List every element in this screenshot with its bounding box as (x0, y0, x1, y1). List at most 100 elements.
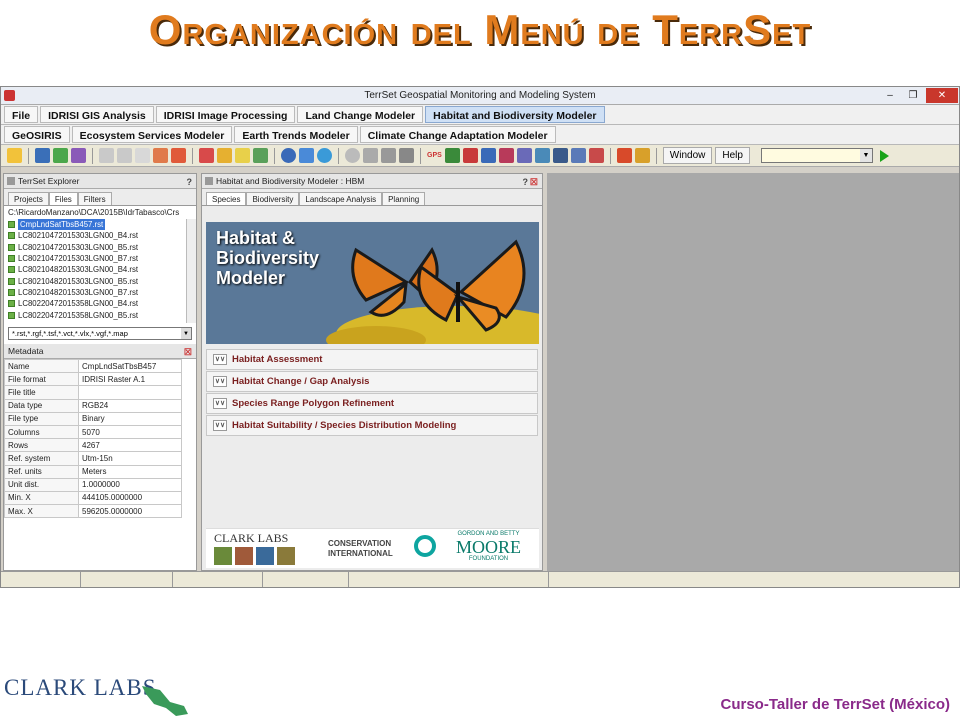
zoom-out-icon[interactable] (117, 148, 132, 163)
list-item[interactable]: CmpLndSatTbsB457.rst (4, 219, 196, 231)
module-search-combo[interactable]: ▼ (760, 148, 873, 163)
macro-icon[interactable] (616, 148, 632, 163)
metadata-value[interactable]: 596205.0000000 (78, 504, 182, 519)
list-item[interactable]: LC80210472015303LGN00_B5.rst (4, 242, 196, 253)
menu-ecosystem-services-modeler[interactable]: Ecosystem Services Modeler (71, 126, 233, 143)
chevron-down-icon[interactable]: ▼ (859, 149, 872, 162)
app-icon (4, 90, 15, 101)
menu-land-change-modeler[interactable]: Land Change Modeler (297, 106, 424, 123)
window-menu-button[interactable]: Window (662, 147, 713, 164)
edit-icon[interactable] (217, 148, 232, 163)
list-item[interactable]: LC80210482015303LGN00_B5.rst (4, 275, 196, 286)
metadata-value[interactable]: 5070 (78, 424, 182, 440)
histogram-icon[interactable] (462, 148, 478, 163)
section-habitat-change-gap[interactable]: ∨∨ Habitat Change / Gap Analysis (206, 371, 538, 392)
open-folder-icon[interactable] (7, 148, 22, 163)
section-habitat-assessment[interactable]: ∨∨ Habitat Assessment (206, 349, 538, 370)
menu-geosiris[interactable]: GeOSIRIS (4, 126, 70, 143)
display-icon[interactable] (35, 148, 50, 163)
help-menu-button[interactable]: Help (715, 147, 750, 164)
expand-icon[interactable]: ∨∨ (213, 376, 227, 387)
hbm-close-icon[interactable]: ☒ (530, 175, 538, 190)
hbm-hero-banner: Habitat & Biodiversity Modeler (206, 222, 539, 344)
section-species-range-refinement[interactable]: ∨∨ Species Range Polygon Refinement (206, 393, 538, 414)
pointer-icon[interactable] (381, 148, 396, 163)
restore-icon[interactable]: ❐ (902, 88, 924, 103)
tab-projects[interactable]: Projects (8, 192, 49, 205)
pan-icon[interactable] (399, 148, 414, 163)
metadata-value[interactable] (78, 385, 182, 400)
zoom-window-icon[interactable] (135, 148, 150, 163)
composer-icon[interactable] (71, 148, 86, 163)
menu-habitat-biodiversity-modeler[interactable]: Habitat and Biodiversity Modeler (425, 106, 605, 123)
explorer-help-icon[interactable]: ? (187, 175, 193, 190)
menu-idrisi-gis-analysis[interactable]: IDRISI GIS Analysis (40, 106, 154, 123)
hbm-help-icon[interactable]: ? (523, 175, 529, 190)
tab-landscape-analysis[interactable]: Landscape Analysis (299, 192, 383, 205)
table-icon[interactable] (516, 148, 532, 163)
tab-files[interactable]: Files (48, 192, 78, 205)
metadata-close-icon[interactable]: ☒ (184, 345, 192, 360)
tab-planning[interactable]: Planning (382, 192, 426, 205)
moore-foundation-logo: GORDON AND BETTY MOORE FOUNDATION (456, 531, 521, 563)
run-icon[interactable] (879, 149, 889, 162)
metadata-value[interactable]: Utm-15n (78, 451, 182, 466)
section-habitat-suitability[interactable]: ∨∨ Habitat Suitability / Species Distribu… (206, 415, 538, 436)
metadata-value[interactable]: Meters (78, 464, 182, 479)
workspace-area[interactable] (547, 173, 959, 571)
legend-icon[interactable] (552, 148, 568, 163)
metadata-value[interactable]: Binary (78, 411, 182, 426)
delete-feature-icon[interactable] (235, 148, 250, 163)
metadata-value[interactable]: 444105.0000000 (78, 490, 182, 506)
file-list-scrollbar[interactable] (186, 219, 196, 323)
chevron-down-icon[interactable]: ▼ (181, 328, 191, 339)
menu-earth-trends-modeler[interactable]: Earth Trends Modeler (234, 126, 358, 143)
metadata-value[interactable]: 4267 (78, 438, 182, 453)
status-bar (1, 571, 959, 587)
logo-text: INTERNATIONAL (328, 549, 393, 558)
list-item[interactable]: LC80220472015358LGN00_B4.rst (4, 298, 196, 309)
info-icon[interactable] (281, 148, 296, 163)
list-item[interactable]: LC80210472015303LGN00_B4.rst (4, 230, 196, 241)
digitize-icon[interactable] (199, 148, 214, 163)
gps-icon[interactable]: GPS (427, 152, 442, 159)
tab-biodiversity[interactable]: Biodiversity (246, 192, 300, 205)
explorer-pin-icon[interactable] (7, 177, 15, 185)
database-icon[interactable] (534, 148, 550, 163)
chart-icon[interactable] (444, 148, 460, 163)
list-item[interactable]: LC80220472015358LGN00_B5.rst (4, 309, 196, 320)
profile-icon[interactable] (480, 148, 496, 163)
expand-icon[interactable]: ∨∨ (213, 398, 227, 409)
add-layer-icon[interactable] (53, 148, 68, 163)
hbm-pin-icon[interactable] (205, 177, 213, 185)
metadata-value[interactable]: 1.0000000 (78, 477, 182, 492)
expand-icon[interactable]: ∨∨ (213, 420, 227, 431)
minimize-icon[interactable]: – (879, 88, 901, 103)
query-icon[interactable] (171, 148, 186, 163)
zoom-in-icon[interactable] (99, 148, 114, 163)
symbol-icon[interactable] (570, 148, 586, 163)
tab-species[interactable]: Species (206, 192, 247, 205)
menu-file[interactable]: File (4, 106, 39, 123)
scale-bar-icon[interactable] (299, 148, 314, 163)
close-icon[interactable]: ✕ (926, 88, 958, 103)
tab-filters[interactable]: Filters (77, 192, 112, 205)
model-icon[interactable] (634, 148, 650, 163)
menu-climate-change-adaptation-modeler[interactable]: Climate Change Adaptation Modeler (359, 126, 556, 143)
crosshair-icon[interactable] (345, 148, 360, 163)
save-digitize-icon[interactable] (253, 148, 268, 163)
globe-icon[interactable] (317, 148, 332, 163)
import-icon[interactable] (498, 148, 514, 163)
metadata-value[interactable]: CmpLndSatTbsB457 (78, 358, 182, 374)
metadata-value[interactable]: RGB24 (78, 398, 182, 413)
metadata-value[interactable]: IDRISI Raster A.1 (78, 372, 182, 387)
file-filter-select[interactable]: *.rst,*.rgf,*.tsf,*.vct,*.vlx,*.vgf,*.ma… (8, 327, 192, 340)
expand-icon[interactable]: ∨∨ (213, 354, 227, 365)
list-item[interactable]: LC80210482015303LGN00_B4.rst (4, 264, 196, 275)
tools-icon[interactable] (363, 148, 378, 163)
palette-icon[interactable] (588, 148, 604, 163)
list-item[interactable]: LC80210472015303LGN00_B7.rst (4, 253, 196, 264)
measure-icon[interactable] (153, 148, 168, 163)
menu-idrisi-image-processing[interactable]: IDRISI Image Processing (155, 106, 296, 123)
list-item[interactable]: LC80210482015303LGN00_B7.rst (4, 287, 196, 298)
